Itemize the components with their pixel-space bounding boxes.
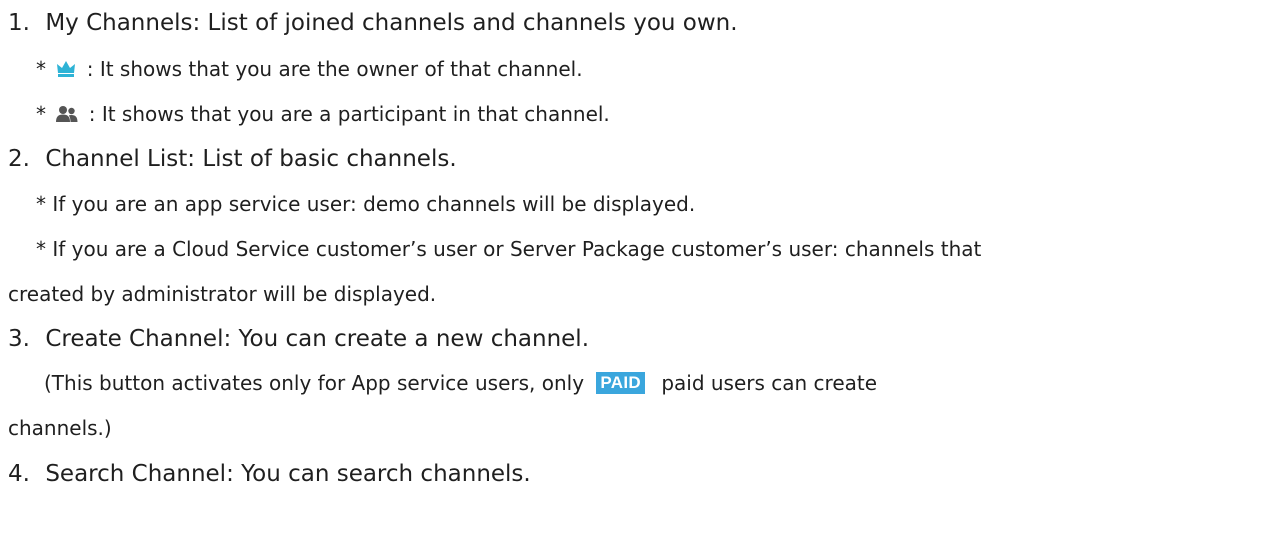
note-text: If you are a Cloud Service customer’s us… bbox=[52, 237, 982, 261]
item-text: My Channels: List of joined channels and… bbox=[45, 10, 738, 36]
bullet: * bbox=[36, 57, 46, 81]
note-text: created by administrator will be display… bbox=[8, 282, 437, 306]
item-text: Channel List: List of basic channels. bbox=[45, 146, 457, 172]
list-item-4: 4. Search Channel: You can search channe… bbox=[8, 459, 531, 489]
item-text: Create Channel: You can create a new cha… bbox=[45, 326, 590, 352]
note-app-user: * If you are an app service user: demo c… bbox=[36, 189, 695, 219]
item-number: 3. bbox=[8, 326, 30, 352]
note-text: channels.) bbox=[8, 416, 112, 440]
note-text: (This button activates only for App serv… bbox=[44, 371, 585, 395]
note-cloud-user: * If you are a Cloud Service customer’s … bbox=[36, 234, 981, 264]
list-item-3: 3. Create Channel: You can create a new … bbox=[8, 324, 589, 354]
note-text: : It shows that you are a participant in… bbox=[88, 102, 610, 126]
note-continuation: created by administrator will be display… bbox=[8, 279, 436, 309]
item-number: 1. bbox=[8, 10, 30, 36]
bullet: * bbox=[36, 237, 46, 261]
item-text: Search Channel: You can search channels. bbox=[45, 461, 531, 487]
note-owner: * : It shows that you are the owner of t… bbox=[36, 54, 583, 86]
bullet: * bbox=[36, 102, 46, 126]
note-text: If you are an app service user: demo cha… bbox=[52, 192, 696, 216]
create-channel-note-continuation: channels.) bbox=[8, 413, 112, 443]
note-text: paid users can create bbox=[661, 371, 878, 395]
item-number: 4. bbox=[8, 461, 30, 487]
bullet: * bbox=[36, 192, 46, 216]
item-number: 2. bbox=[8, 146, 30, 172]
paid-badge: PAID bbox=[596, 372, 645, 394]
crown-icon bbox=[56, 56, 76, 86]
participants-icon bbox=[56, 101, 78, 131]
note-text: : It shows that you are the owner of tha… bbox=[86, 57, 583, 81]
list-item-1: 1. My Channels: List of joined channels … bbox=[8, 8, 738, 38]
note-participant: * : It shows that you are a participant … bbox=[36, 99, 610, 131]
create-channel-note: (This button activates only for App serv… bbox=[44, 368, 877, 398]
list-item-2: 2. Channel List: List of basic channels. bbox=[8, 144, 457, 174]
